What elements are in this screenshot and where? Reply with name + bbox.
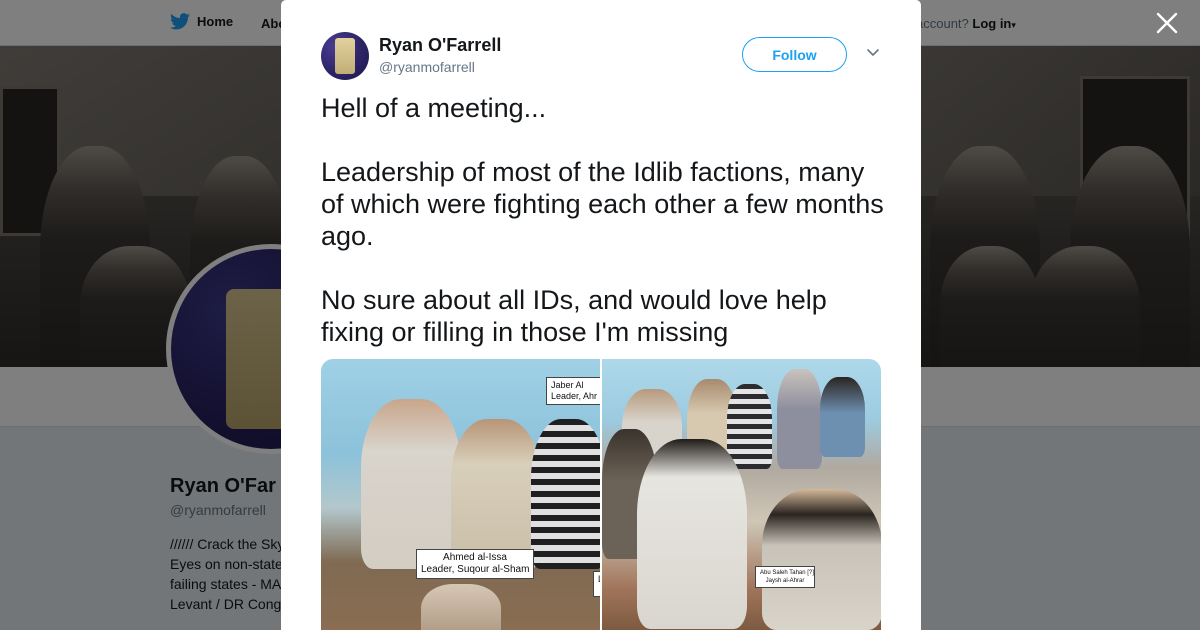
tweet-paragraph: No sure about all IDs, and would love he… bbox=[321, 285, 827, 347]
avatar-face bbox=[335, 38, 355, 74]
tweet-photos: Jaber Al Leader, Ahr Ahmed al-Issa Leade… bbox=[321, 359, 881, 630]
author-handle[interactable]: @ryanmofarrell bbox=[379, 59, 475, 75]
close-icon-glyph bbox=[1156, 12, 1178, 34]
chevron-glyph bbox=[867, 49, 879, 57]
photo-person bbox=[637, 439, 747, 629]
tweet-photo-right[interactable]: Abu Saleh Tahan [?] Jaysh al-Ahrar bbox=[602, 359, 881, 630]
photo-person bbox=[451, 419, 541, 569]
photo-caption: Ahmed al-Issa Leader, Suqour al-Sham bbox=[416, 549, 534, 579]
tweet-text: Hell of a meeting... Leadership of most … bbox=[321, 92, 891, 348]
photo-person bbox=[727, 384, 772, 469]
photo-person bbox=[531, 419, 600, 569]
tweet-photo-left[interactable]: Jaber Al Leader, Ahr Ahmed al-Issa Leade… bbox=[321, 359, 600, 630]
photo-person bbox=[361, 399, 461, 569]
photo-person bbox=[777, 369, 822, 469]
tweet-modal: Ryan O'Farrell @ryanmofarrell Follow Hel… bbox=[281, 0, 921, 630]
photo-person bbox=[820, 377, 865, 457]
follow-button[interactable]: Follow bbox=[742, 37, 847, 72]
photo-person bbox=[421, 584, 501, 630]
author-name[interactable]: Ryan O'Farrell bbox=[379, 35, 501, 56]
photo-caption: L bbox=[593, 571, 600, 597]
photo-caption: Abu Saleh Tahan [?] Jaysh al-Ahrar bbox=[755, 566, 815, 588]
photo-person bbox=[762, 489, 881, 630]
chevron-down-icon[interactable] bbox=[863, 45, 883, 65]
author-avatar[interactable] bbox=[321, 32, 369, 80]
photo-caption: Jaber Al Leader, Ahr bbox=[546, 377, 600, 405]
close-icon[interactable] bbox=[1153, 11, 1181, 39]
tweet-paragraph: Hell of a meeting... bbox=[321, 93, 547, 123]
tweet-paragraph: Leadership of most of the Idlib factions… bbox=[321, 157, 884, 251]
